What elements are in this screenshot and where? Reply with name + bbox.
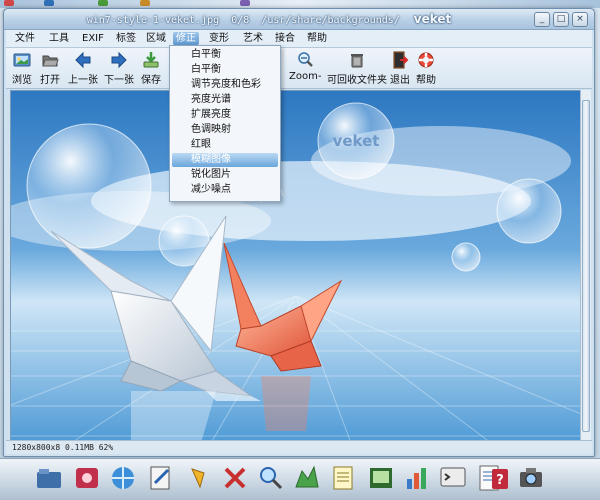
toolbar-previous-label: 上一张 — [68, 75, 98, 86]
previous-arrow-icon — [75, 51, 91, 69]
toolbar-browse-label: 浏览 — [12, 75, 32, 86]
menu-item-tone-mapping[interactable]: 色调映射 — [172, 123, 278, 137]
status-bar: 1280x800x8 0.11MB 62% — [6, 440, 592, 454]
window-title-text: win7-style-1-veket.jpg 0/8 /usr/share/ba… — [86, 15, 400, 26]
menu-item-sharpen-image[interactable]: 锐化图片 — [172, 168, 278, 182]
menu-correct[interactable]: 修正 — [173, 32, 199, 45]
file-manager-icon[interactable] — [34, 463, 64, 493]
notes-icon[interactable] — [328, 463, 358, 493]
toolbar-exit-label: 退出 — [390, 75, 410, 86]
menu-join[interactable]: 接合 — [272, 32, 298, 45]
taskbar: ? — [0, 458, 600, 500]
menu-item-brightness-spectrum[interactable]: 亮度光谱 — [172, 93, 278, 107]
correct-menu-dropdown: 白平衡 白平衡 调节亮度和色彩 亮度光谱 扩展亮度 色调映射 红眼 模糊图像 锐… — [169, 45, 281, 202]
image-viewer-window: win7-style-1-veket.jpg 0/8 /usr/share/ba… — [3, 8, 595, 457]
scrollbar-thumb[interactable] — [582, 100, 590, 432]
toolbar: 浏览 打开 上一张 下一张 保存 保 Zoom- 可回收文件夹 — [6, 48, 592, 89]
toolbar-recycle-bin-button[interactable]: 可回收文件夹 — [327, 51, 387, 86]
terminal-icon[interactable] — [438, 463, 468, 493]
toolbar-recycle-bin-label: 可回收文件夹 — [327, 75, 387, 86]
menu-item-reduce-noise[interactable]: 减少噪点 — [172, 183, 278, 197]
window-brand: veket — [413, 12, 452, 26]
browse-icon — [13, 53, 31, 67]
help-lifebuoy-icon — [418, 52, 434, 68]
toolbar-zoom-out-button[interactable]: Zoom- — [289, 51, 321, 82]
save-icon — [143, 52, 159, 68]
media-player-icon[interactable] — [72, 463, 102, 493]
menu-item-expand-brightness[interactable]: 扩展亮度 — [172, 108, 278, 122]
menu-region[interactable]: 区域 — [143, 32, 169, 45]
toolbar-next-button[interactable]: 下一张 — [104, 51, 134, 86]
zoom-out-icon — [298, 52, 314, 67]
menu-file[interactable]: 文件 — [12, 32, 38, 45]
menu-tools[interactable]: 工具 — [46, 32, 72, 45]
toolbar-previous-button[interactable]: 上一张 — [68, 51, 98, 86]
recycle-bin-icon — [351, 54, 363, 68]
minimize-button[interactable]: _ — [534, 12, 550, 27]
menu-tags[interactable]: 标签 — [113, 32, 139, 45]
menu-item-white-balance[interactable]: 白平衡 — [172, 48, 278, 62]
toolbar-help-label: 帮助 — [416, 75, 436, 86]
toolbar-help-button[interactable]: 帮助 — [416, 51, 436, 86]
help-icon[interactable]: ? — [482, 463, 512, 493]
open-icon — [42, 55, 59, 67]
menu-bar: 文件 工具 EXIF 标签 区域 修正 变形 艺术 接合 帮助 — [6, 30, 592, 48]
menu-item-white-balance-2[interactable]: 白平衡 — [172, 63, 278, 77]
toolbar-next-label: 下一张 — [104, 75, 134, 86]
vertical-scrollbar[interactable] — [580, 90, 591, 443]
drawing-icon[interactable] — [292, 463, 322, 493]
title-bar[interactable]: win7-style-1-veket.jpg 0/8 /usr/share/ba… — [4, 9, 594, 30]
image-viewport[interactable]: veket — [10, 90, 582, 444]
tools-icon[interactable] — [220, 463, 250, 493]
desktop-top-strip — [0, 0, 600, 8]
maximize-button[interactable]: □ — [553, 12, 569, 27]
toolbar-open-label: 打开 — [40, 75, 60, 86]
menu-item-blur-image[interactable]: 模糊图像 — [172, 153, 278, 167]
svg-text:?: ? — [496, 473, 504, 488]
toolbar-open-button[interactable]: 打开 — [40, 51, 60, 86]
camera-icon[interactable] — [516, 463, 546, 493]
toolbar-save-label: 保存 — [141, 75, 161, 86]
browser-icon[interactable] — [108, 463, 138, 493]
menu-transform[interactable]: 变形 — [206, 32, 232, 45]
window-title: win7-style-1-veket.jpg 0/8 /usr/share/ba… — [4, 12, 534, 26]
music-icon[interactable] — [184, 463, 214, 493]
wallpaper-image: veket — [11, 91, 581, 443]
next-arrow-icon — [111, 51, 127, 69]
menu-item-brightness-color[interactable]: 调节亮度和色彩 — [172, 78, 278, 92]
menu-exif[interactable]: EXIF — [79, 32, 107, 45]
toolbar-browse-button[interactable]: 浏览 — [12, 51, 32, 86]
image-viewer-icon[interactable] — [366, 463, 396, 493]
toolbar-save-button[interactable]: 保存 — [141, 51, 161, 86]
menu-item-red-eye[interactable]: 红眼 — [172, 138, 278, 152]
chart-icon[interactable] — [402, 463, 432, 493]
exit-icon — [393, 51, 409, 69]
toolbar-zoom-out-label: Zoom- — [289, 71, 322, 82]
menu-art[interactable]: 艺术 — [240, 32, 266, 45]
bubble-watermark: veket — [333, 132, 380, 150]
menu-help[interactable]: 帮助 — [304, 32, 330, 45]
close-button[interactable]: × — [572, 12, 588, 27]
search-icon[interactable] — [256, 463, 286, 493]
toolbar-exit-button[interactable]: 退出 — [390, 51, 410, 86]
text-editor-icon[interactable] — [146, 463, 176, 493]
